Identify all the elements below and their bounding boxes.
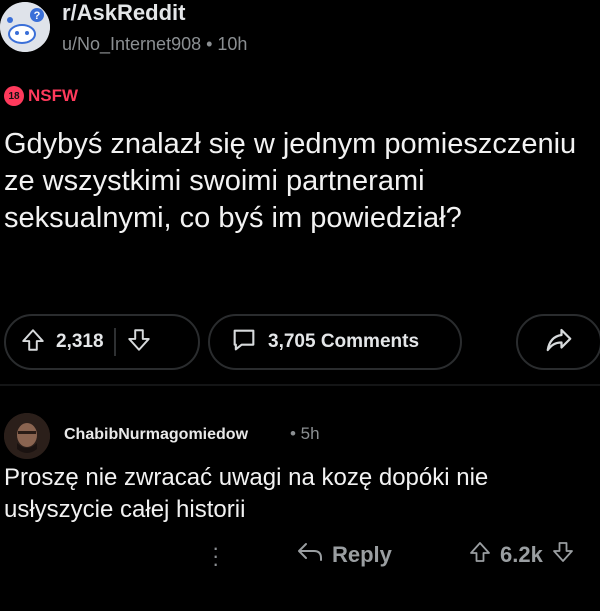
reply-arrow-icon <box>296 540 324 569</box>
nsfw-tag: 18 NSFW <box>4 86 78 106</box>
comments-count: 3,705 Comments <box>268 331 420 352</box>
reply-button[interactable]: Reply <box>296 540 392 569</box>
post-vote-bar: 2,318 <box>4 314 200 370</box>
comment-vote-bar: 6.2k <box>468 540 575 569</box>
comment-avatar[interactable] <box>4 413 50 459</box>
comment-downvote-icon[interactable] <box>551 540 575 569</box>
share-icon <box>544 325 574 360</box>
post-author-time[interactable]: u/No_Internet908 • 10h <box>62 34 247 55</box>
svg-text:?: ? <box>34 10 41 22</box>
comment-time: • 5h <box>290 424 320 443</box>
comment-author[interactable]: ChabibNurmagomiedow <box>64 426 248 444</box>
comment-score: 6.2k <box>500 541 543 567</box>
comments-button[interactable]: 3,705 Comments <box>208 314 462 370</box>
nsfw-badge-icon: 18 <box>4 86 24 106</box>
arrow-down-icon[interactable] <box>126 327 152 358</box>
post-score: 2,318 <box>56 331 104 352</box>
comment-upvote-icon[interactable] <box>468 540 492 569</box>
post-divider <box>0 384 600 386</box>
subreddit-name[interactable]: r/AskReddit <box>62 0 185 26</box>
more-options-icon[interactable]: · · · <box>212 537 219 575</box>
reply-label: Reply <box>332 541 392 567</box>
comment-icon <box>230 326 258 359</box>
post-title[interactable]: Gdybyś znalazł się w jednym pomieszczeni… <box>4 126 594 237</box>
share-button[interactable] <box>516 314 600 370</box>
arrow-up-icon[interactable] <box>20 327 46 358</box>
vote-divider <box>113 328 116 356</box>
subreddit-avatar[interactable]: ? <box>0 2 50 52</box>
snoo-icon: ? <box>0 2 50 52</box>
nsfw-label: NSFW <box>28 86 79 105</box>
comment-body: Proszę nie zwracać uwagi na kozę dopóki … <box>4 464 489 523</box>
user-avatar-icon <box>4 413 50 459</box>
